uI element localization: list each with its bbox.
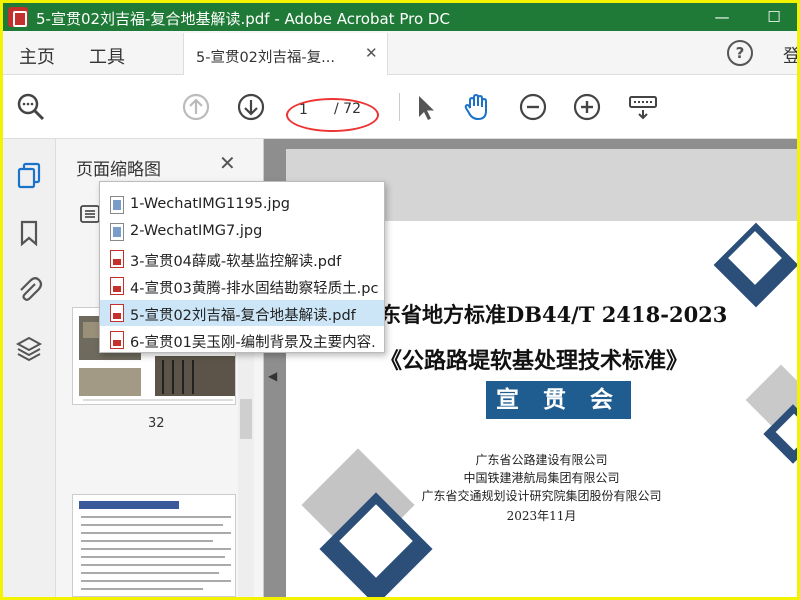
hand-tool-icon[interactable]: [461, 91, 493, 123]
tab-bar: 主页 工具 5-宣贯02刘吉福-复... ✕ ? 登: [3, 31, 797, 75]
scrollbar-thumb[interactable]: [240, 399, 252, 439]
pdf-file-icon: [110, 277, 124, 295]
toolbar: / 72: [3, 75, 797, 139]
page-thumbnail-33[interactable]: [72, 494, 236, 597]
pdf-file-icon: [110, 304, 124, 322]
tab-list-item[interactable]: 2-WechatIMG7.jpg: [100, 219, 384, 245]
tab-list-item[interactable]: 1-WechatIMG1195.jpg: [100, 192, 384, 218]
tab-list-item-label: 3-宣贯04薛威-软基监控解读.pdf: [130, 254, 342, 270]
image-file-icon: [110, 223, 124, 241]
tab-list-item-label: 2-WechatIMG7.jpg: [130, 223, 263, 239]
pdf-file-icon: [110, 331, 124, 349]
image-file-icon: [110, 196, 124, 214]
zoom-in-icon[interactable]: [571, 91, 603, 123]
minimize-button[interactable]: —: [709, 5, 735, 29]
standard-name: 《公路路堤软基处理技术标准》: [380, 348, 689, 374]
open-files-dropdown: 1-WechatIMG1195.jpg 2-WechatIMG7.jpg 3-宣…: [99, 181, 385, 353]
document-tab[interactable]: 5-宣贯02刘吉福-复... ✕: [183, 33, 388, 75]
thumbnail-options-icon[interactable]: [80, 205, 100, 223]
organization-3: 广东省交通规划设计研究院集团股份有限公司: [421, 489, 662, 503]
select-cursor-icon[interactable]: [409, 91, 441, 123]
standard-title: 东省地方标准DB44/T 2418-2023: [380, 302, 728, 327]
tab-list-item[interactable]: 4-宣贯03黄腾-排水固结勘察轻质土.pc: [100, 273, 384, 299]
thumbnail-page-number: 32: [148, 416, 165, 431]
tab-list-item-label: 1-WechatIMG1195.jpg: [130, 196, 290, 212]
document-tab-label: 5-宣贯02刘吉福-复...: [196, 50, 335, 66]
tab-list-item-label: 6-宣贯01吴玉刚-编制背景及主要内容.: [130, 335, 376, 351]
organization-2: 中国铁建港航局集团有限公司: [463, 471, 620, 485]
collapse-panel-arrow[interactable]: ◀: [268, 369, 277, 383]
panel-close-button[interactable]: ✕: [219, 151, 236, 175]
tab-home[interactable]: 主页: [19, 43, 55, 69]
organization-1: 广东省公路建设有限公司: [475, 453, 608, 467]
tab-list-item-selected[interactable]: 5-宣贯02刘吉福-复合地基解读.pdf: [100, 300, 384, 326]
zoom-out-icon[interactable]: [517, 91, 549, 123]
panel-title: 页面缩略图: [76, 160, 161, 180]
tab-list-item-label: 4-宣贯03黄腾-排水固结勘察轻质土.pc: [130, 281, 379, 297]
page-thumbnails-icon[interactable]: [15, 161, 43, 189]
maximize-button[interactable]: ☐: [761, 5, 787, 29]
acrobat-window: 5-宣贯02刘吉福-复合地基解读.pdf - Adobe Acrobat Pro…: [3, 3, 797, 597]
previous-page-icon[interactable]: [180, 91, 212, 123]
tab-list-item-label: 5-宣贯02刘吉福-复合地基解读.pdf: [130, 308, 356, 324]
layers-icon[interactable]: [15, 335, 43, 363]
pdf-file-icon: [110, 250, 124, 268]
attachments-icon[interactable]: [15, 275, 43, 303]
keyboard-tools-icon[interactable]: [627, 91, 659, 123]
sign-in-label[interactable]: 登: [783, 42, 797, 68]
event-label-box: 宣 贯 会: [486, 381, 631, 419]
window-title: 5-宣贯02刘吉福-复合地基解读.pdf - Adobe Acrobat Pro…: [36, 10, 450, 28]
document-tab-close-button[interactable]: ✕: [365, 44, 378, 62]
red-highlight-ellipse: [286, 98, 379, 132]
title-bar: 5-宣贯02刘吉福-复合地基解读.pdf - Adobe Acrobat Pro…: [3, 3, 797, 31]
tab-list-item[interactable]: 6-宣贯01吴玉刚-编制背景及主要内容.: [100, 327, 384, 352]
search-zoom-icon[interactable]: [15, 91, 47, 123]
help-button[interactable]: ?: [727, 40, 753, 66]
tab-tools[interactable]: 工具: [89, 43, 125, 69]
acrobat-app-icon: [8, 7, 28, 27]
tab-list-item[interactable]: 3-宣贯04薛威-软基监控解读.pdf: [100, 246, 384, 272]
left-navigation-rail: [3, 139, 56, 597]
bookmarks-icon[interactable]: [15, 219, 43, 247]
toolbar-divider: [399, 93, 400, 121]
document-date: 2023年11月: [506, 509, 577, 523]
next-page-icon[interactable]: [235, 91, 267, 123]
